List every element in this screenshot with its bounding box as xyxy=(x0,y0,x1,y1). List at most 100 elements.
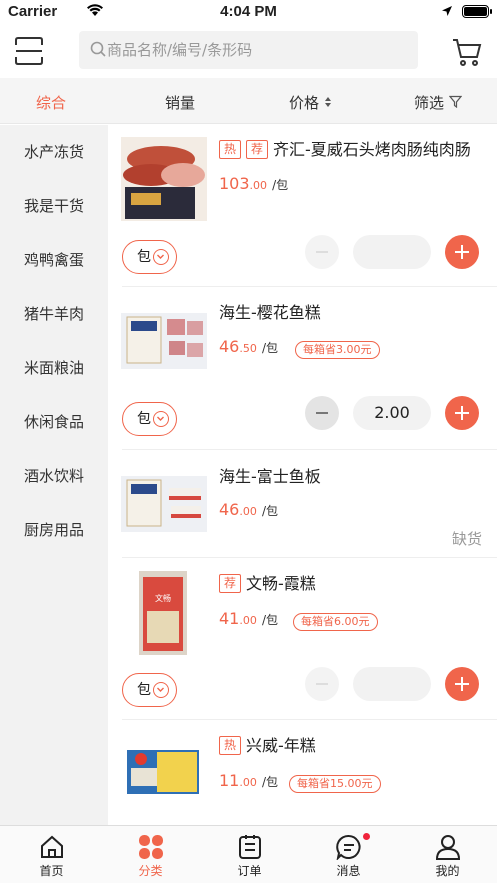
decrease-button[interactable] xyxy=(305,396,339,430)
clock: 4:04 PM xyxy=(220,3,277,20)
increase-button[interactable] xyxy=(445,235,479,269)
tab-messages[interactable]: 消息 xyxy=(299,826,398,884)
price-decimal: .00 xyxy=(239,505,257,518)
battery-icon xyxy=(462,5,492,18)
price-unit: /包 xyxy=(272,178,289,192)
unit-label: 包 xyxy=(137,682,151,698)
tab-category[interactable]: 分类 xyxy=(101,826,200,884)
search-icon xyxy=(90,41,106,57)
sort-price[interactable]: 价格 xyxy=(289,92,332,113)
unit-select[interactable]: 包 xyxy=(122,402,177,436)
search-bar[interactable] xyxy=(79,31,418,69)
product-card[interactable]: 海生-樱花鱼糕 46.50 /包 每箱省3.00元 包 2.00 xyxy=(108,287,497,450)
product-price: 41.00 /包 xyxy=(219,609,278,628)
product-price: 11.00 /包 xyxy=(219,771,278,790)
price-integer: 103 xyxy=(219,174,250,193)
price-integer: 46 xyxy=(219,337,240,356)
price-unit: /包 xyxy=(261,613,278,627)
product-title: 海生-樱花鱼糕 xyxy=(219,299,489,323)
product-title: 热荐齐汇-夏威石头烤肉肠纯肉肠 xyxy=(219,136,489,160)
product-list: 热荐齐汇-夏威石头烤肉肠纯肉肠 103.00 /包 包 海生-樱花鱼糕 46.5… xyxy=(108,125,497,825)
svg-text:文畅: 文畅 xyxy=(155,593,171,603)
quantity-field[interactable] xyxy=(353,667,431,701)
product-name: 海生-樱花鱼糕 xyxy=(219,303,321,322)
product-card[interactable]: 热兴威-年糕 11.00 /包 每箱省15.00元 xyxy=(108,720,497,825)
scan-icon[interactable] xyxy=(14,36,44,66)
price-unit: /包 xyxy=(261,504,278,518)
sort-filter-label: 筛选 xyxy=(414,94,445,112)
orders-icon xyxy=(239,835,261,859)
hot-tag: 热 xyxy=(219,736,242,755)
message-icon xyxy=(336,834,361,860)
tab-mine[interactable]: 我的 xyxy=(398,826,497,884)
sidebar-item[interactable]: 休闲食品 xyxy=(0,395,108,449)
product-title: 海生-富士鱼板 xyxy=(219,463,489,487)
user-icon xyxy=(435,835,461,860)
product-name: 兴威-年糕 xyxy=(246,736,316,755)
unit-select[interactable]: 包 xyxy=(122,673,177,707)
product-card[interactable]: 文畅 荐文畅-霞糕 41.00 /包 每箱省6.00元 包 xyxy=(108,558,497,720)
product-card[interactable]: 海生-富士鱼板 46.00 /包 缺货 xyxy=(108,450,497,558)
sidebar-item[interactable]: 水产冻货 xyxy=(0,125,108,179)
sort-arrows-icon xyxy=(324,97,331,107)
unit-label: 包 xyxy=(137,249,151,265)
price-unit: /包 xyxy=(261,775,278,789)
category-sidebar: 水产冻货 我是干货 鸡鸭禽蛋 猪牛羊肉 米面粮油 休闲食品 酒水饮料 厨房用品 xyxy=(0,125,108,825)
saving-badge: 每箱省6.00元 xyxy=(293,613,378,631)
quantity-field[interactable] xyxy=(353,235,431,269)
product-name: 齐汇-夏威石头烤肉肠纯肉肠 xyxy=(273,140,471,159)
sort-filter[interactable]: 筛选 xyxy=(414,92,463,113)
home-icon xyxy=(41,835,63,858)
sort-comprehensive[interactable]: 综合 xyxy=(36,92,66,113)
increase-button[interactable] xyxy=(445,667,479,701)
quantity-field[interactable]: 2.00 xyxy=(353,396,431,430)
sort-price-label: 价格 xyxy=(289,94,320,112)
tab-mine-label: 我的 xyxy=(435,864,460,878)
price-integer: 41 xyxy=(219,609,240,628)
recommend-tag: 荐 xyxy=(246,140,269,159)
sidebar-item[interactable]: 米面粮油 xyxy=(0,341,108,395)
product-name: 海生-富士鱼板 xyxy=(219,467,321,486)
search-input[interactable] xyxy=(107,31,407,69)
decrease-button[interactable] xyxy=(305,235,339,269)
price-decimal: .00 xyxy=(239,776,257,789)
header xyxy=(0,24,497,78)
decrease-button[interactable] xyxy=(305,667,339,701)
price-decimal: .00 xyxy=(249,179,268,192)
price-unit: /包 xyxy=(261,341,278,355)
location-arrow-icon xyxy=(442,6,452,16)
sort-bar: 综合 销量 价格 筛选 xyxy=(0,78,497,124)
increase-button[interactable] xyxy=(445,396,479,430)
price-integer: 46 xyxy=(219,500,240,519)
sidebar-item[interactable]: 我是干货 xyxy=(0,179,108,233)
notification-dot xyxy=(363,833,370,840)
tab-home-label: 首页 xyxy=(39,864,64,878)
product-title: 热兴威-年糕 xyxy=(219,732,489,756)
price-integer: 11 xyxy=(219,771,240,790)
product-image xyxy=(121,137,207,221)
saving-badge: 每箱省15.00元 xyxy=(289,775,381,793)
filter-icon xyxy=(448,95,463,109)
tab-category-label: 分类 xyxy=(138,864,163,878)
tab-messages-label: 消息 xyxy=(336,864,361,878)
bottom-tab-bar: 首页 分类 订单 消息 我的 xyxy=(0,825,497,883)
cart-icon[interactable] xyxy=(452,37,482,67)
chevron-down-icon xyxy=(153,682,169,698)
sidebar-item[interactable]: 厨房用品 xyxy=(0,503,108,557)
unit-select[interactable]: 包 xyxy=(122,240,177,274)
category-icon xyxy=(139,835,163,859)
product-image: 文畅 xyxy=(139,571,187,655)
chevron-down-icon xyxy=(153,249,169,265)
sidebar-item[interactable]: 鸡鸭禽蛋 xyxy=(0,233,108,287)
sidebar-item[interactable]: 猪牛羊肉 xyxy=(0,287,108,341)
saving-badge: 每箱省3.00元 xyxy=(295,341,380,359)
tab-orders-label: 订单 xyxy=(237,864,262,878)
tab-home[interactable]: 首页 xyxy=(2,826,101,884)
sort-sales[interactable]: 销量 xyxy=(165,92,195,113)
product-card[interactable]: 热荐齐汇-夏威石头烤肉肠纯肉肠 103.00 /包 包 xyxy=(108,125,497,287)
recommend-tag: 荐 xyxy=(219,574,242,593)
status-bar: Carrier 4:04 PM xyxy=(0,0,497,24)
sidebar-item[interactable]: 酒水饮料 xyxy=(0,449,108,503)
tab-orders[interactable]: 订单 xyxy=(200,826,299,884)
product-image xyxy=(121,313,207,369)
